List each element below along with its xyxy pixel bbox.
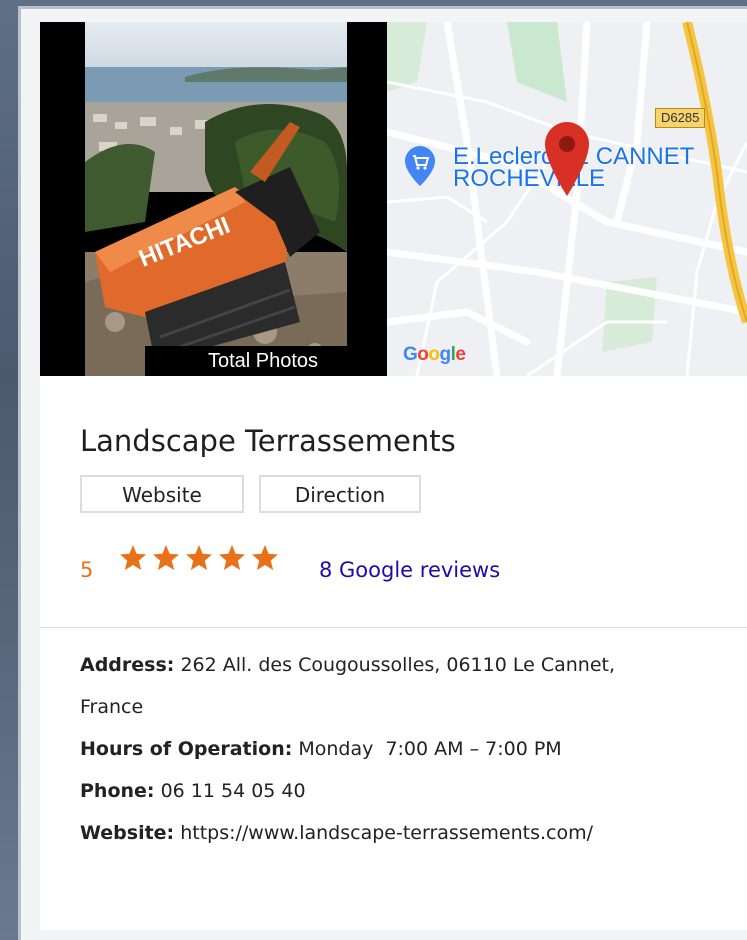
business-info: Address: 262 All. des Cougoussolles, 061…	[80, 644, 720, 854]
phone-label: Phone:	[80, 780, 155, 802]
address-line: Address: 262 All. des Cougoussolles, 061…	[80, 644, 720, 686]
phone-line: Phone: 06 11 54 05 40	[80, 770, 720, 812]
rating-value: 5	[80, 558, 94, 582]
business-name: Landscape Terrassements	[80, 424, 456, 458]
star-icon	[120, 545, 146, 570]
road-badge: D6285	[655, 108, 706, 128]
business-photo[interactable]: HITACHI Total Photos	[40, 22, 387, 376]
shopping-cart-icon	[405, 146, 435, 186]
google-logo: Google	[403, 344, 466, 365]
hours-value: Monday 7:00 AM – 7:00 PM	[298, 738, 562, 760]
excavator-photo: HITACHI	[85, 22, 347, 376]
star-icon	[153, 545, 179, 570]
website-label: Website:	[80, 822, 175, 844]
map-preview[interactable]: D6285 E.Leclerc LE CANNET ROCHEVILLE Goo…	[387, 22, 747, 376]
star-icon	[219, 545, 245, 570]
section-divider	[40, 627, 747, 628]
business-card: HITACHI Total Photos D6285 E.Leclerc CAN…	[40, 22, 747, 930]
address-line-2: France	[80, 696, 144, 718]
phone-value[interactable]: 06 11 54 05 40	[161, 780, 306, 802]
google-reviews-link[interactable]: 8 Google reviews	[319, 558, 500, 582]
website-button[interactable]: Website	[80, 475, 244, 513]
total-photos-label[interactable]: Total Photos	[145, 346, 381, 376]
website-value[interactable]: https://www.landscape-terrassements.com/	[180, 822, 593, 844]
direction-button[interactable]: Direction	[259, 475, 421, 513]
star-icon	[186, 545, 212, 570]
hours-line: Hours of Operation: Monday 7:00 AM – 7:0…	[80, 728, 720, 770]
map-pin-icon	[545, 122, 589, 196]
star-icon	[252, 545, 278, 570]
star-rating	[120, 545, 278, 570]
address-label: Address:	[80, 654, 175, 676]
hours-label: Hours of Operation:	[80, 738, 293, 760]
website-line: Website: https://www.landscape-terrassem…	[80, 812, 720, 854]
address-value: 262 All. des Cougoussolles, 06110 Le Can…	[180, 654, 616, 676]
media-strip: HITACHI Total Photos D6285 E.Leclerc CAN…	[40, 22, 747, 376]
